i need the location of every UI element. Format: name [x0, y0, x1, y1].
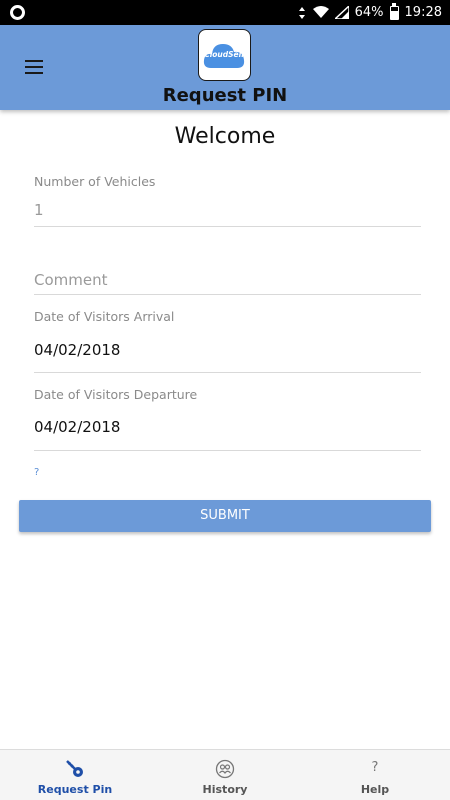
key-icon [66, 760, 83, 777]
battery-icon [389, 2, 399, 20]
arrival-date-label: Date of Visitors Arrival [34, 309, 175, 324]
arrival-date-field[interactable]: Date of Visitors Arrival 04/02/2018 [34, 309, 421, 373]
departure-date-input[interactable]: 04/02/2018 [34, 418, 120, 436]
vehicles-input[interactable]: 1 [34, 201, 44, 219]
nav-label: Request Pin [37, 783, 113, 796]
comment-field[interactable]: Comment [34, 262, 421, 295]
help-hint-link[interactable]: ? [34, 467, 39, 478]
vehicles-label: Number of Vehicles [34, 174, 156, 189]
wifi-icon [312, 6, 329, 18]
vehicles-field[interactable]: Number of Vehicles 1 [34, 172, 421, 227]
bottom-nav: Request Pin History ? Help [0, 749, 450, 800]
departure-date-label: Date of Visitors Departure [34, 387, 198, 402]
help-icon: ? [371, 760, 379, 775]
menu-icon[interactable] [25, 60, 43, 74]
nav-label: History [202, 783, 248, 796]
departure-date-field[interactable]: Date of Visitors Departure 04/02/2018 [34, 386, 421, 451]
notification-icon [10, 5, 25, 20]
arrival-date-input[interactable]: 04/02/2018 [34, 341, 120, 359]
welcome-heading: Welcome [174, 124, 276, 149]
nav-history[interactable]: History [150, 750, 300, 800]
clock: 19:28 [404, 5, 442, 20]
screen: 64% 19:28 CloudSell Request PIN Welcome … [0, 0, 450, 800]
vibrate-icon [298, 6, 305, 19]
nav-request-pin[interactable]: Request Pin [0, 750, 150, 800]
comment-input[interactable]: Comment [34, 271, 108, 289]
status-bar: 64% 19:28 [0, 0, 450, 25]
page-title: Request PIN [162, 85, 288, 106]
cloudsell-logo: CloudSell [198, 29, 251, 81]
app-header: CloudSell Request PIN [0, 25, 450, 110]
history-icon [215, 759, 235, 779]
submit-button[interactable]: SUBMIT [19, 500, 431, 532]
battery-percent: 64% [354, 5, 384, 20]
logo-text: CloudSell [204, 50, 244, 59]
nav-help[interactable]: ? Help [300, 750, 450, 800]
nav-label: Help [360, 783, 390, 796]
status-icons: 64% 19:28 [297, 0, 442, 25]
signal-icon [334, 6, 349, 19]
